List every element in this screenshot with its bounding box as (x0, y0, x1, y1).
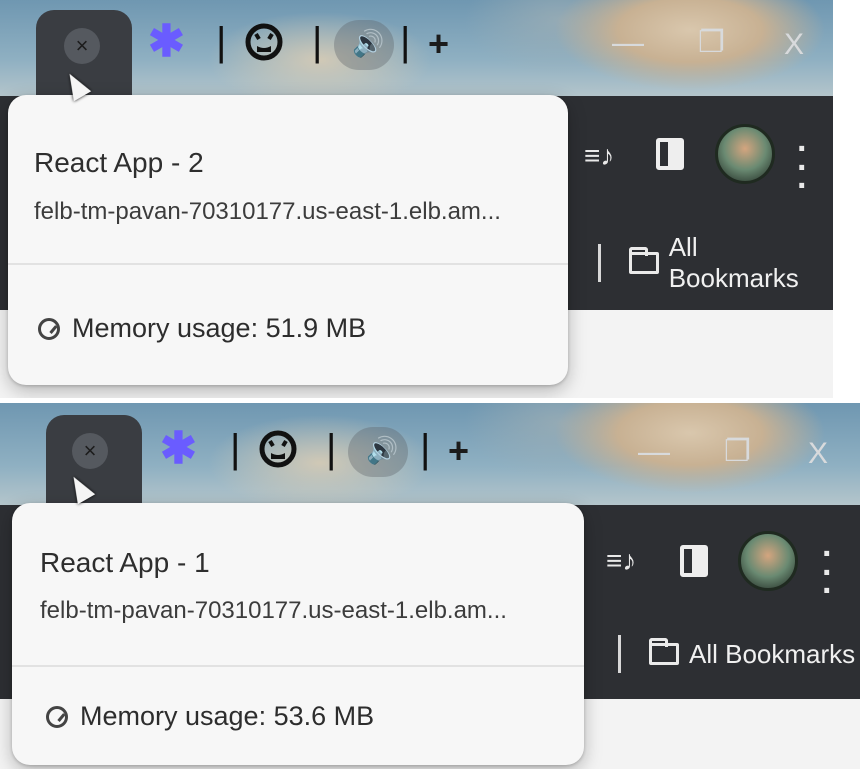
asterisk-icon[interactable]: ✱ (160, 427, 197, 471)
tab-separator: | (312, 20, 323, 64)
hovercard-url: felb-tm-pavan-70310177.us-east-1.elb.am.… (40, 597, 507, 624)
bookmarks-bar: All Bookmarks (618, 635, 855, 673)
hovercard-title: React App - 2 (34, 147, 204, 178)
restore-button[interactable]: ❐ (698, 28, 725, 58)
tab-separator: | (400, 20, 411, 64)
restore-button[interactable]: ❐ (724, 437, 751, 467)
tab-hover-card: React App - 1 felb-tm-pavan-70310177.us-… (12, 503, 584, 765)
folder-icon (628, 247, 659, 274)
tab-separator: | (230, 427, 241, 471)
hovercard-memory-row: Memory usage: 53.6 MB (46, 701, 374, 732)
reading-list-icon[interactable]: ≡♪ (584, 140, 614, 172)
gauge-icon (38, 317, 60, 340)
screenshot-bottom: × ✱ | | 🔊 | + — ❐ X ≡♪ · · · All Bookmarks… (0, 403, 860, 769)
tab-hover-card: React App - 2 felb-tm-pavan-70310177.us-… (8, 95, 568, 385)
memory-usage-text: Memory usage: 51.9 MB (72, 313, 367, 343)
tab-close-button[interactable]: × (72, 433, 108, 469)
folder-icon (649, 638, 679, 665)
hovercard-divider (8, 263, 568, 265)
memory-usage-text: Memory usage: 53.6 MB (80, 701, 375, 731)
close-window-button[interactable]: X (808, 439, 828, 469)
bookmarks-divider (598, 244, 601, 282)
minimize-button[interactable]: — (612, 26, 644, 58)
all-bookmarks-label[interactable]: All Bookmarks (669, 232, 833, 294)
tab-separator: | (420, 427, 431, 471)
asterisk-icon[interactable]: ✱ (148, 20, 185, 64)
github-icon[interactable] (258, 429, 298, 475)
all-bookmarks-label[interactable]: All Bookmarks (689, 639, 855, 670)
profile-avatar[interactable] (715, 124, 775, 184)
new-tab-button[interactable]: + (448, 433, 469, 469)
speaker-icon[interactable]: 🔊 (366, 437, 398, 463)
side-panel-icon[interactable] (680, 545, 708, 577)
side-panel-icon[interactable] (656, 138, 684, 170)
minimize-button[interactable]: — (638, 435, 670, 467)
reading-list-icon[interactable]: ≡♪ (606, 545, 636, 577)
close-window-button[interactable]: X (784, 30, 804, 60)
hovercard-title: React App - 1 (40, 547, 210, 578)
bookmarks-divider (618, 635, 621, 673)
new-tab-button[interactable]: + (428, 26, 449, 62)
kebab-menu-icon[interactable]: · · · (822, 537, 833, 608)
hovercard-divider (12, 665, 584, 667)
kebab-menu-icon[interactable]: · · · (797, 132, 808, 203)
hovercard-url: felb-tm-pavan-70310177.us-east-1.elb.am.… (34, 198, 501, 225)
github-icon[interactable] (244, 22, 284, 68)
screenshot-top: × ✱ | | 🔊 | + — ❐ X ≡♪ · · · All Bookmarks… (0, 0, 833, 398)
bookmarks-bar: All Bookmarks (598, 232, 833, 294)
hovercard-memory-row: Memory usage: 51.9 MB (38, 313, 366, 344)
profile-avatar[interactable] (738, 531, 798, 591)
tab-separator: | (326, 427, 337, 471)
gauge-icon (46, 705, 68, 728)
tab-separator: | (216, 20, 227, 64)
speaker-icon[interactable]: 🔊 (352, 30, 384, 56)
tab-close-button[interactable]: × (64, 28, 100, 64)
